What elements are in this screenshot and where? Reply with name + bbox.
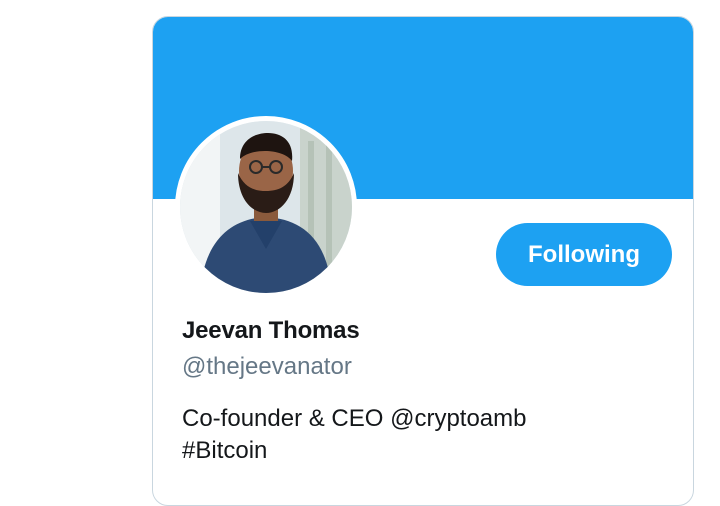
bio-line: Co-founder & CEO @cryptoamb <box>182 405 527 432</box>
following-button[interactable]: Following <box>496 223 672 286</box>
bio-line[interactable]: #Bitcoin <box>182 435 527 467</box>
avatar[interactable] <box>175 116 357 298</box>
profile-name: Jeevan Thomas <box>182 317 360 344</box>
profile-handle[interactable]: @thejeevanator <box>182 353 352 381</box>
profile-bio: Co-founder & CEO @cryptoamb #Bitcoin <box>182 403 527 467</box>
profile-photo-icon <box>180 121 352 293</box>
profile-card: Following Jeevan Thomas @thejeevanator C… <box>152 16 694 506</box>
